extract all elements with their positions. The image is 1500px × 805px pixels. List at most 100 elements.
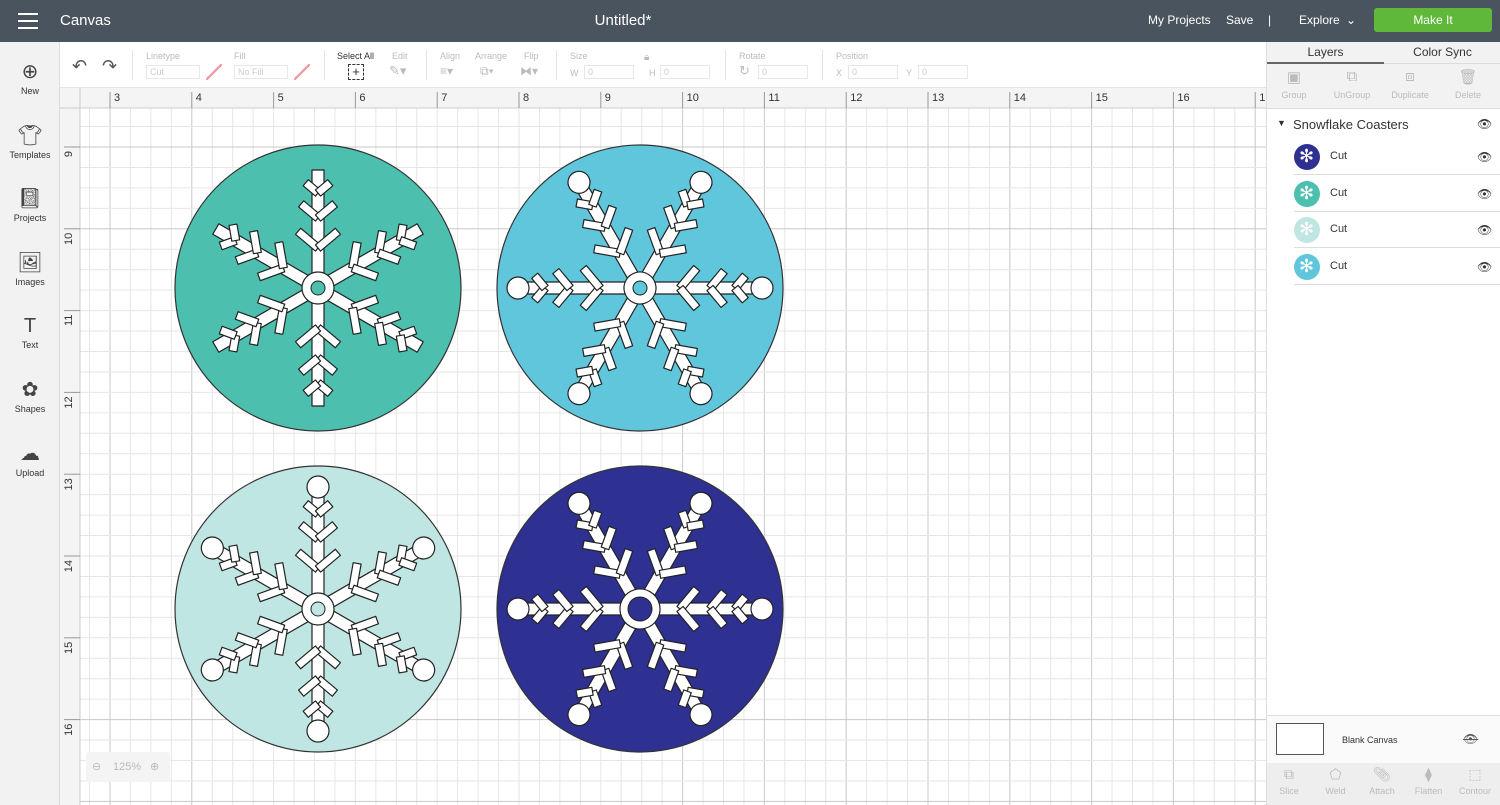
- blank-canvas-label: Blank Canvas: [1342, 735, 1398, 745]
- select-all-label: Select All: [337, 51, 375, 61]
- height-input[interactable]: 0: [660, 65, 710, 79]
- ruler-tick-label: 9: [63, 151, 75, 157]
- redo-icon[interactable]: ↷: [102, 56, 117, 77]
- shirt-icon: 👕︎: [17, 124, 43, 147]
- ruler-tick-label: 15: [1096, 92, 1108, 104]
- make-it-button[interactable]: Make It: [1374, 8, 1492, 32]
- explore-dropdown[interactable]: Explore: [1299, 13, 1340, 27]
- sidebar-item-images[interactable]: 🖼︎ Images: [0, 249, 60, 287]
- undo-icon[interactable]: ↶: [72, 56, 87, 77]
- duplicate-icon: ⧈: [1405, 68, 1415, 85]
- snowflake-coaster[interactable]: [174, 144, 462, 432]
- ungroup-button[interactable]: ⧉ UnGroup: [1326, 68, 1378, 100]
- layer-item[interactable]: ✻ Cut 👁︎: [1294, 212, 1500, 248]
- x-input[interactable]: 0: [848, 65, 898, 79]
- align-label: Align: [440, 51, 461, 61]
- sidebar-item-label: Shapes: [14, 404, 46, 414]
- snowflake-coaster[interactable]: [174, 465, 462, 753]
- slice-button[interactable]: ⧉ Slice: [1263, 766, 1315, 796]
- zoom-out-button[interactable]: ⊖: [92, 752, 101, 782]
- sidebar-item-label: Upload: [15, 467, 45, 478]
- sidebar-item-projects[interactable]: 📓︎ Projects: [0, 185, 60, 223]
- chevron-down-icon[interactable]: ⌄: [1346, 13, 1356, 27]
- image-icon: 🖼︎: [17, 251, 43, 274]
- arrange-label: Arrange: [475, 51, 508, 61]
- size-label: Size: [570, 51, 588, 61]
- attach-button[interactable]: 📎︎ Attach: [1356, 766, 1408, 796]
- design-canvas[interactable]: 3 4 5 6 7 8 9 10 11 12 13 14 15 16 1 9 10 11 12 13 14 15 16 ⊖ …: [60, 88, 1266, 805]
- eye-icon[interactable]: 👁︎: [1477, 260, 1492, 274]
- blank-canvas-thumbnail[interactable]: [1276, 723, 1324, 755]
- linetype-color-swatch[interactable]: [206, 64, 222, 80]
- lock-icon[interactable]: 🔒︎: [644, 52, 649, 63]
- snowflake-coaster[interactable]: [464, 431, 816, 788]
- linetype-label: Linetype: [146, 51, 181, 61]
- text-icon: T: [23, 315, 37, 338]
- fill-select[interactable]: No Fill: [234, 65, 288, 79]
- sidebar-item-label: New: [20, 86, 39, 96]
- contour-button[interactable]: ⬚ Contour: [1449, 766, 1500, 796]
- sidebar-item-templates[interactable]: 👕︎ Templates: [0, 122, 60, 160]
- tool-label: Delete: [1454, 90, 1481, 100]
- delete-button[interactable]: 🗑︎ Delete: [1442, 68, 1494, 100]
- fill-label: Fill: [234, 51, 246, 61]
- my-projects-link[interactable]: My Projects: [1148, 13, 1211, 27]
- weld-button[interactable]: ⬠ Weld: [1310, 766, 1362, 796]
- eye-hidden-icon[interactable]: 👁︎: [1463, 732, 1478, 746]
- sidebar-item-text[interactable]: T Text: [0, 312, 60, 350]
- y-input[interactable]: 0: [918, 65, 968, 79]
- slice-icon: ⧉: [1284, 766, 1294, 782]
- ruler-tick-label: 5: [278, 92, 284, 104]
- left-sidebar: ⊕ New 👕︎ Templates 📓︎ Projects 🖼︎ Images T Text ✿ S…: [0, 42, 60, 805]
- cloud-upload-icon: ☁︎: [20, 442, 40, 465]
- ruler-tick-label: 15: [63, 642, 75, 654]
- eye-icon[interactable]: 👁︎: [1477, 117, 1492, 131]
- ruler-tick-label: 13: [63, 478, 75, 490]
- sidebar-item-new[interactable]: ⊕ New: [0, 58, 60, 96]
- tool-label: Group: [1281, 90, 1307, 100]
- canvas-grid[interactable]: 3 4 5 6 7 8 9 10 11 12 13 14 15 16 1 9 10 11 12 13 14 15 16: [60, 88, 1266, 805]
- tab-color-sync[interactable]: Color Sync: [1384, 42, 1500, 64]
- edit-icon[interactable]: ✎▾: [389, 63, 406, 79]
- sidebar-item-upload[interactable]: ☁︎ Upload: [0, 440, 60, 478]
- flip-label: Flip: [524, 51, 539, 61]
- eye-icon[interactable]: 👁︎: [1477, 150, 1492, 164]
- layer-group-name[interactable]: Snowflake Coasters: [1293, 117, 1409, 132]
- save-button[interactable]: Save: [1226, 13, 1253, 27]
- plus-circle-icon: ⊕: [21, 61, 39, 83]
- caret-down-icon[interactable]: ▼: [1277, 118, 1286, 128]
- group-button[interactable]: ▣ Group: [1268, 68, 1320, 100]
- ruler-tick-label: 13: [932, 92, 944, 104]
- top-bar: Canvas Untitled* My Projects Save | Expl…: [0, 0, 1500, 42]
- flip-icon[interactable]: ⧓▾: [520, 64, 538, 78]
- layer-thumbnail: ✻: [1294, 253, 1320, 280]
- sidebar-item-shapes[interactable]: ✿ Shapes: [0, 376, 60, 414]
- width-input[interactable]: 0: [584, 65, 634, 79]
- tab-layers[interactable]: Layers: [1267, 42, 1384, 64]
- linetype-select[interactable]: Cut: [146, 65, 200, 79]
- eye-icon[interactable]: 👁︎: [1477, 223, 1492, 237]
- project-title: Untitled*: [594, 12, 652, 29]
- edit-label: Edit: [392, 51, 408, 61]
- eye-icon[interactable]: 👁︎: [1477, 187, 1492, 201]
- layer-item[interactable]: ✻ Cut 👁︎: [1294, 249, 1500, 285]
- arrange-icon[interactable]: ⧉▾: [480, 64, 494, 79]
- width-label: W: [570, 68, 579, 78]
- layer-item[interactable]: ✻ Cut 👁︎: [1294, 139, 1500, 175]
- select-all-icon[interactable]: +: [348, 64, 364, 80]
- layer-label: Cut: [1330, 150, 1348, 162]
- notebook-icon: 📓︎: [17, 188, 43, 211]
- flatten-button[interactable]: ⧫ Flatten: [1403, 766, 1455, 796]
- zoom-in-button[interactable]: ⊕: [150, 752, 159, 782]
- zoom-level: 125%: [113, 761, 142, 773]
- rotate-input[interactable]: 0: [758, 65, 808, 79]
- align-icon[interactable]: ≡▾: [440, 64, 453, 78]
- layer-thumbnail: ✻: [1294, 144, 1320, 170]
- duplicate-button[interactable]: ⧈ Duplicate: [1384, 68, 1436, 100]
- sidebar-item-label: Templates: [9, 149, 51, 160]
- sidebar-item-label: Projects: [13, 213, 47, 224]
- tool-label: Duplicate: [1391, 90, 1429, 100]
- tool-label: Weld: [1325, 786, 1346, 796]
- layer-item[interactable]: ✻ Cut 👁︎: [1294, 176, 1500, 212]
- fill-color-swatch[interactable]: [294, 64, 310, 80]
